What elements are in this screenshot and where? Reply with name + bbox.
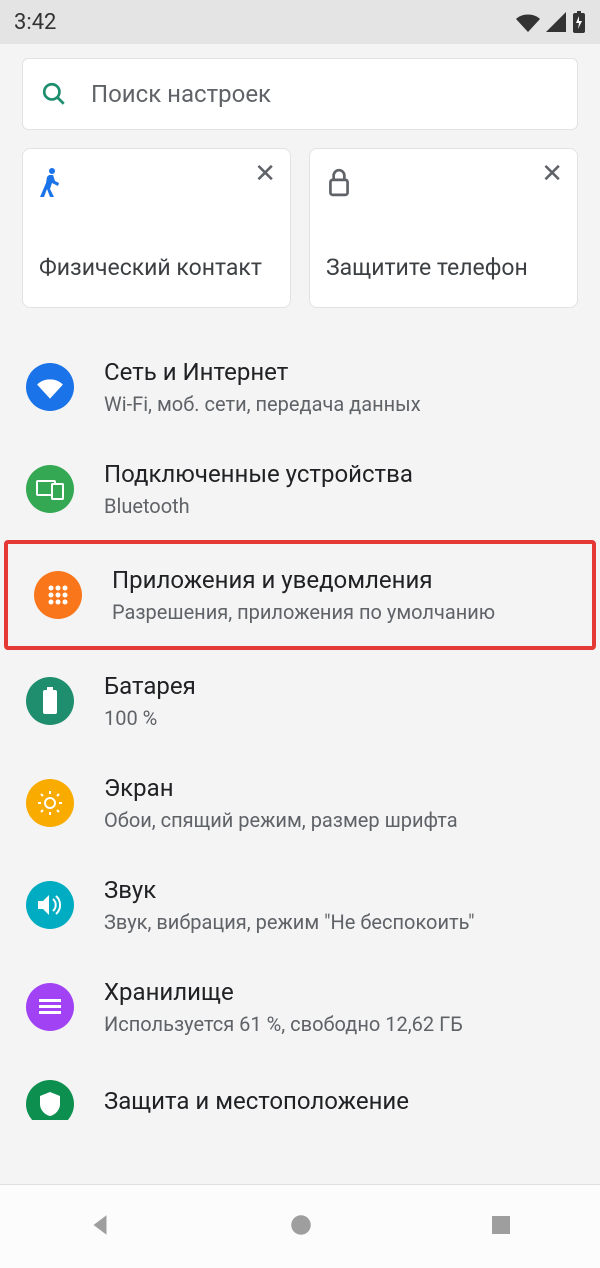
navigation-bar <box>0 1184 600 1268</box>
settings-item-subtitle: Bluetooth <box>104 494 574 518</box>
walking-person-icon <box>39 167 274 203</box>
settings-item-title: Защита и местоположение <box>104 1087 574 1115</box>
cell-signal-icon <box>546 12 566 32</box>
card-covid-exposure[interactable]: ✕ Физический контакт <box>22 148 291 308</box>
search-container: Поиск настроек <box>0 44 600 138</box>
suggestion-cards: ✕ Физический контакт ✕ Защитите телефон <box>0 138 600 326</box>
settings-item-subtitle: Обои, спящий режим, размер шрифта <box>104 808 574 832</box>
status-time: 3:42 <box>14 10 56 35</box>
status-bar: 3:42 <box>0 0 600 44</box>
battery-icon <box>572 11 586 33</box>
storage-icon <box>26 983 74 1031</box>
back-button[interactable] <box>87 1212 113 1242</box>
apps-icon <box>34 571 82 619</box>
close-icon[interactable]: ✕ <box>541 161 563 187</box>
wifi-icon <box>516 12 540 32</box>
volume-icon <box>26 881 74 929</box>
devices-icon <box>26 465 74 513</box>
settings-item-sound[interactable]: Звук Звук, вибрация, режим "Не беспокоит… <box>0 854 600 956</box>
highlighted-row: Приложения и уведомления Разрешения, при… <box>4 540 596 650</box>
settings-item-title: Хранилище <box>104 978 574 1006</box>
settings-item-title: Экран <box>104 774 574 802</box>
settings-item-title: Приложения и уведомления <box>112 566 566 594</box>
search-placeholder: Поиск настроек <box>91 80 271 108</box>
recent-apps-button[interactable] <box>489 1213 513 1241</box>
settings-item-devices[interactable]: Подключенные устройства Bluetooth <box>0 438 600 540</box>
card-protect-phone[interactable]: ✕ Защитите телефон <box>309 148 578 308</box>
close-icon[interactable]: ✕ <box>254 161 276 187</box>
shield-icon <box>26 1080 74 1120</box>
brightness-icon <box>26 779 74 827</box>
settings-item-display[interactable]: Экран Обои, спящий режим, размер шрифта <box>0 752 600 854</box>
card-title: Физический контакт <box>39 254 274 281</box>
card-title: Защитите телефон <box>326 254 561 281</box>
search-input[interactable]: Поиск настроек <box>22 58 578 130</box>
battery-icon <box>26 677 74 725</box>
settings-item-subtitle: Звук, вибрация, режим "Не беспокоить" <box>104 910 574 934</box>
home-button[interactable] <box>288 1212 314 1242</box>
settings-item-storage[interactable]: Хранилище Используется 61 %, свободно 12… <box>0 956 600 1058</box>
settings-item-subtitle: Используется 61 %, свободно 12,62 ГБ <box>104 1012 574 1036</box>
settings-item-subtitle: 100 % <box>104 706 574 730</box>
settings-item-subtitle: Wi-Fi, моб. сети, передача данных <box>104 392 574 416</box>
settings-item-subtitle: Разрешения, приложения по умолчанию <box>112 600 566 624</box>
wifi-icon <box>26 363 74 411</box>
settings-item-title: Звук <box>104 876 574 904</box>
search-icon <box>41 81 67 107</box>
settings-item-apps[interactable]: Приложения и уведомления Разрешения, при… <box>8 544 592 646</box>
settings-item-security[interactable]: Защита и местоположение <box>0 1058 600 1120</box>
lock-icon <box>326 167 561 201</box>
settings-item-title: Подключенные устройства <box>104 460 574 488</box>
settings-item-security-clipped: Защита и местоположение <box>0 1058 600 1120</box>
settings-item-title: Сеть и Интернет <box>104 358 574 386</box>
status-icons <box>516 11 586 33</box>
settings-item-battery[interactable]: Батарея 100 % <box>0 650 600 752</box>
settings-list: Сеть и Интернет Wi-Fi, моб. сети, переда… <box>0 326 600 1120</box>
settings-item-title: Батарея <box>104 672 574 700</box>
settings-item-network[interactable]: Сеть и Интернет Wi-Fi, моб. сети, переда… <box>0 336 600 438</box>
